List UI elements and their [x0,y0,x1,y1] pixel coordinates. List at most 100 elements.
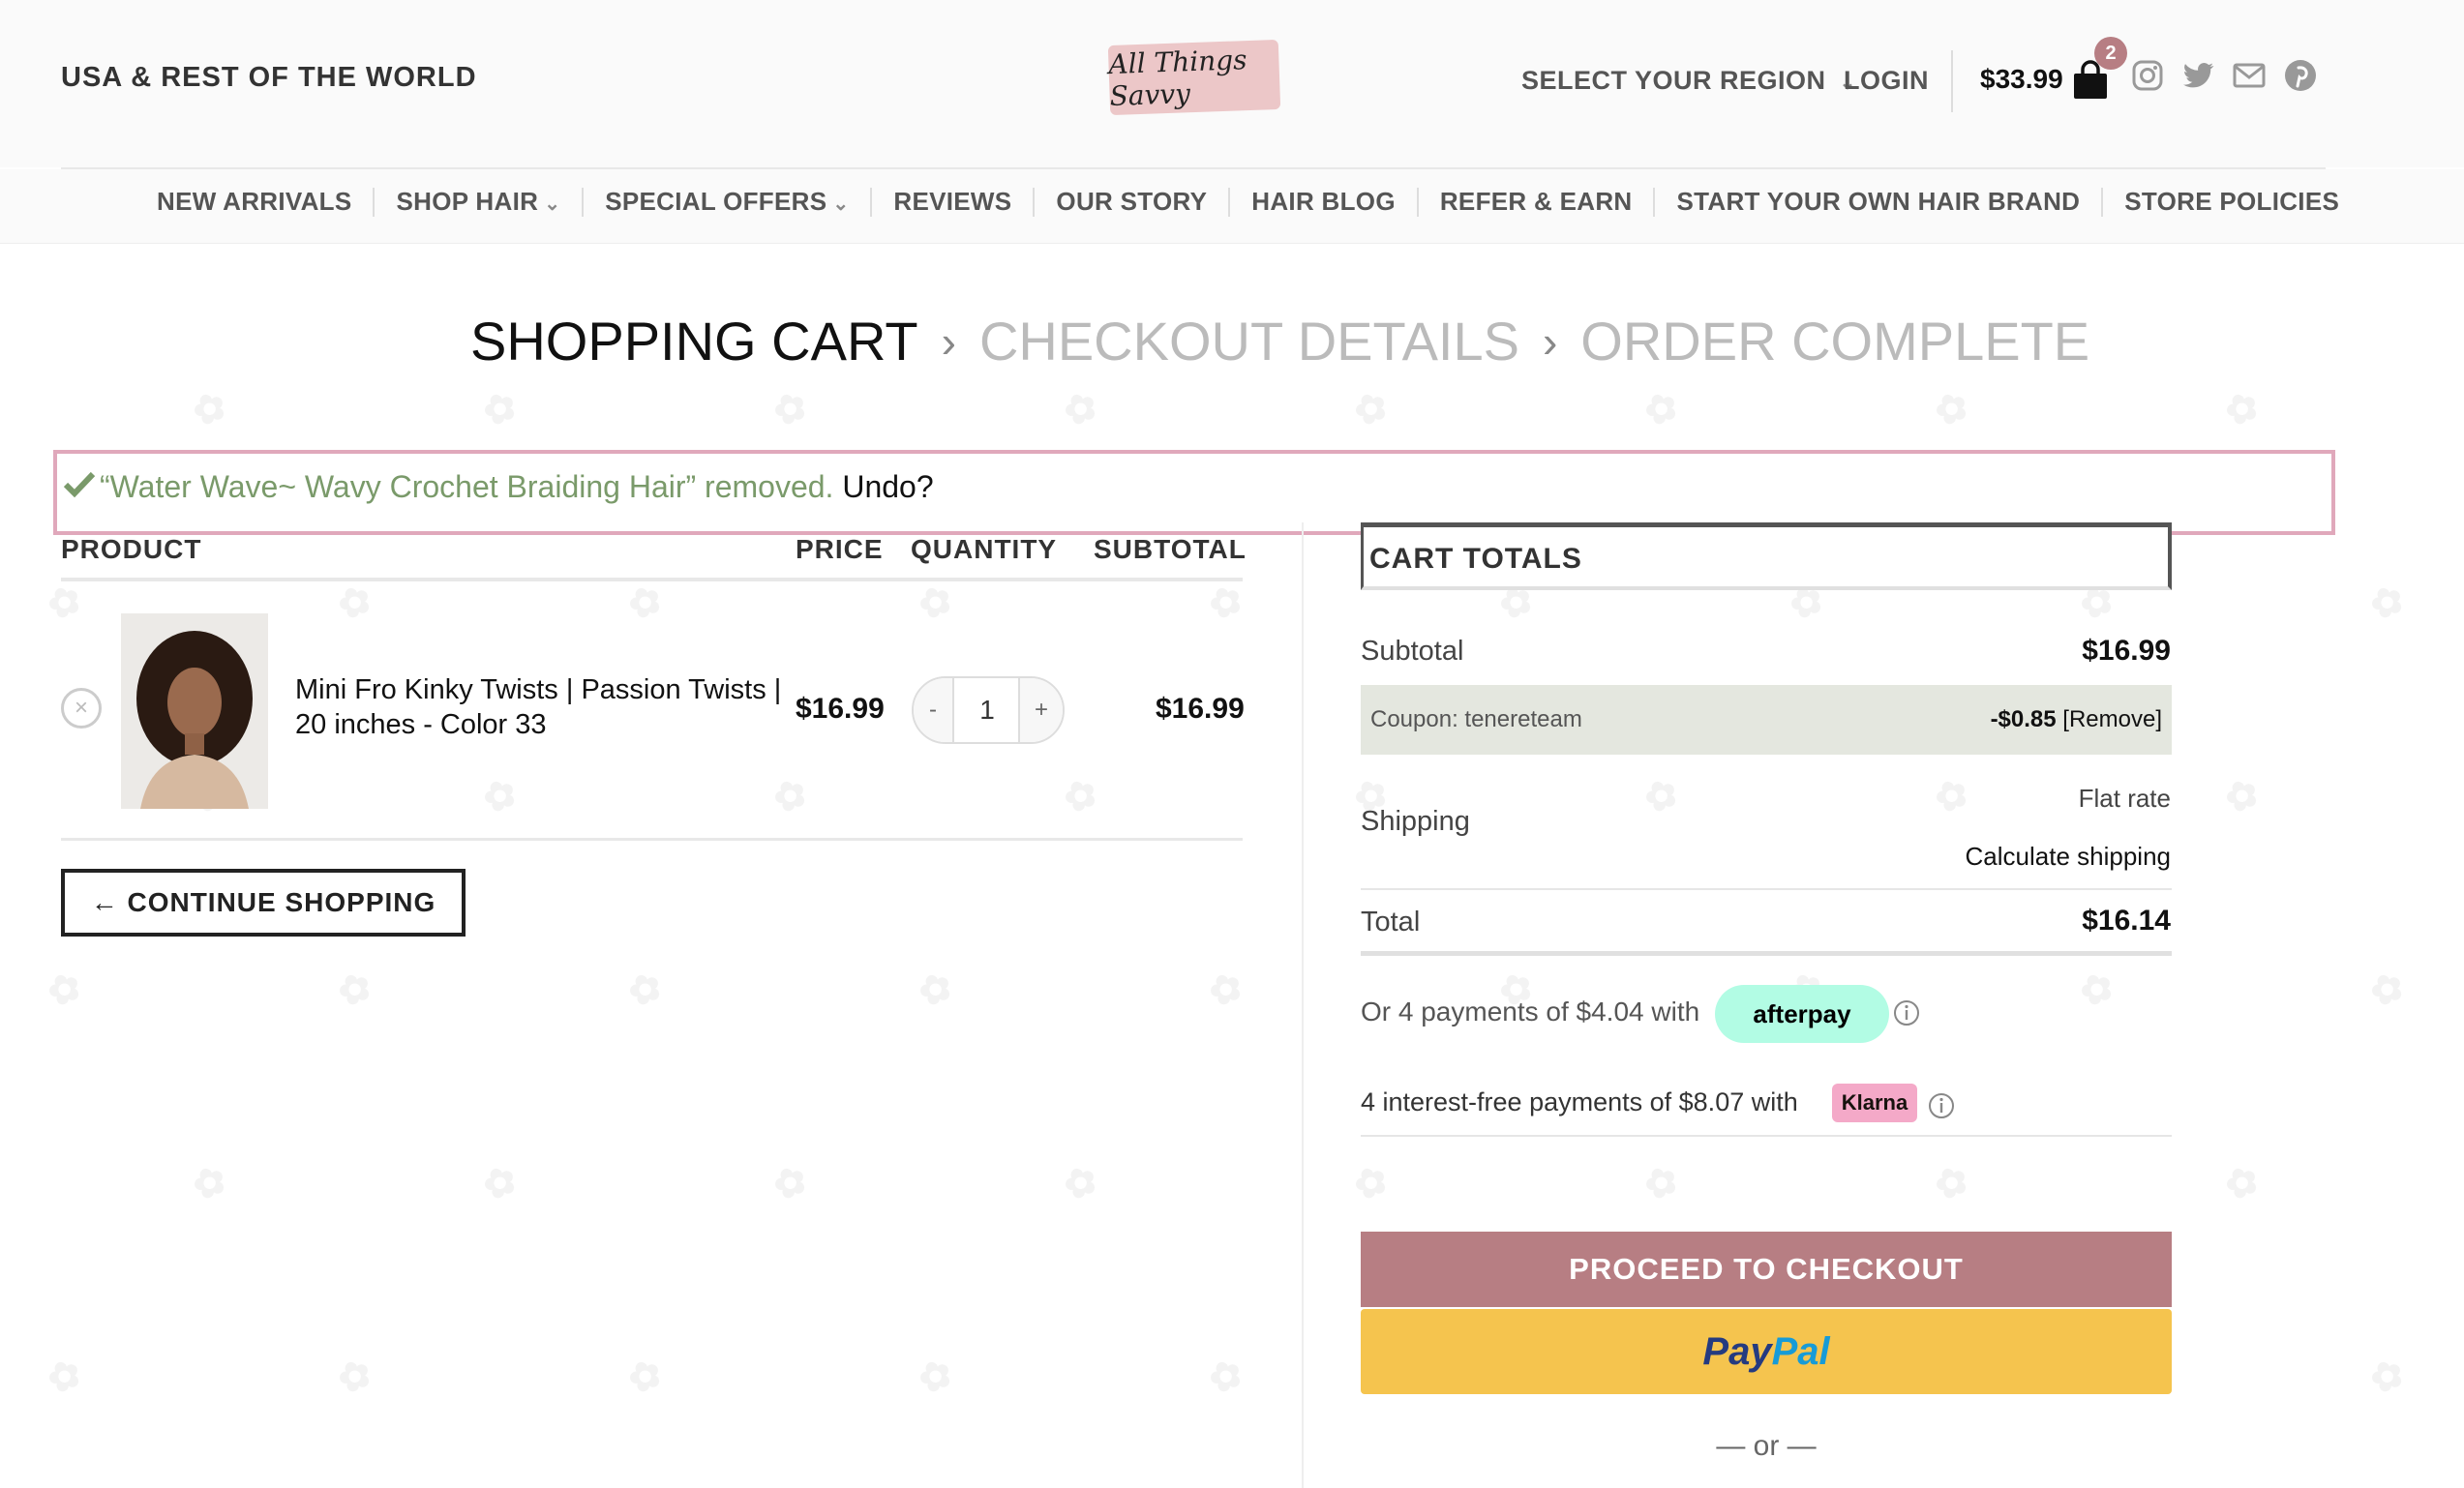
watermark-mark: ✿ [2363,963,2412,1017]
quantity-decrease-button[interactable]: - [914,678,954,742]
watermark-mark: ✿ [1638,382,1686,436]
checkmark-icon [63,471,96,498]
watermark-mark: ✿ [2363,576,2412,630]
nav-item-special-offers[interactable]: SPECIAL OFFERS ⌄ [584,187,870,217]
calculate-shipping-link[interactable]: Calculate shipping [1966,842,2171,872]
subtotal-label: Subtotal [1361,636,1464,667]
table-header-divider [61,578,1243,581]
watermark-mark: ✿ [331,1350,379,1404]
product-subtotal: $16.99 [1156,693,1245,725]
watermark-mark: ✿ [41,963,89,1017]
paypal-button[interactable]: Pay Pal [1361,1309,2172,1394]
nav-item-label: SHOP HAIR [396,187,539,216]
afterpay-badge[interactable]: afterpay [1715,985,1889,1043]
afterpay-logo: afterpay [1753,998,1851,1028]
shipping-label: Shipping [1361,806,1470,837]
nav-item-reviews[interactable]: REVIEWS [872,187,1033,217]
watermark-mark: ✿ [1202,963,1250,1017]
login-link[interactable]: LOGIN [1844,66,1929,96]
instagram-icon[interactable] [2130,58,2165,93]
totals-divider [1361,888,2172,890]
quantity-input[interactable]: 1 [954,678,1020,742]
column-header-quantity: QUANTITY [911,534,1058,564]
column-header-price: PRICE [796,534,884,564]
quantity-stepper: - 1 + [912,676,1065,744]
nav-item-hair-blog[interactable]: HAIR BLOG [1230,187,1417,217]
klarna-badge[interactable]: Klarna [1832,1084,1917,1122]
step-shopping-cart[interactable]: SHOPPING CART [470,310,918,372]
watermark-mark: ✿ [2073,963,2121,1017]
total-value: $16.14 [2082,905,2171,937]
shipping-method: Flat rate [2078,784,2171,813]
cart-total-link[interactable]: $33.99 [1980,64,2063,95]
cart-totals-title: CART TOTALS [1369,543,1582,575]
column-header-product: PRODUCT [61,534,202,564]
select-region-dropdown[interactable]: SELECT YOUR REGION ⌄ [1521,66,1856,96]
watermark-mark: ✿ [41,1350,89,1404]
remove-item-button[interactable]: × [61,688,102,729]
watermark-mark: ✿ [766,1156,815,1210]
continue-shopping-button[interactable]: ← CONTINUE SHOPPING [61,869,466,937]
region-title: USA & REST OF THE WORLD [61,62,477,93]
nav-item-new-arrivals[interactable]: NEW ARRIVALS [135,187,373,217]
afterpay-message: Or 4 payments of $4.04 with [1361,997,1700,1027]
close-icon: × [74,695,88,721]
chevron-right-icon: › [1542,315,1558,367]
watermark-mark: ✿ [766,382,815,436]
nav-item-our-story[interactable]: OUR STORY [1035,187,1228,217]
checkout-steps: SHOPPING CART › CHECKOUT DETAILS › ORDER… [470,310,2089,372]
watermark-mark: ✿ [476,382,525,436]
total-label: Total [1361,907,1421,937]
chevron-down-icon: ⌄ [832,193,850,215]
watermark-mark: ✿ [766,769,815,823]
undo-link[interactable]: Undo? [842,469,933,504]
watermark-mark: ✿ [1057,382,1105,436]
watermark-mark: ✿ [912,963,960,1017]
product-thumbnail[interactable] [121,613,268,809]
column-header-subtotal: SUBTOTAL [1094,534,1247,564]
nav-item-start-brand[interactable]: START YOUR OWN HAIR BRAND [1655,187,2101,217]
watermark-mark: ✿ [1928,769,1976,823]
coupon-row: Coupon: tenereteam -$0.85 [Remove] [1361,685,2172,755]
paypal-logo-pal: Pal [1771,1329,1830,1373]
twitter-icon[interactable] [2181,58,2216,93]
watermark-mark: ✿ [1202,576,1250,630]
watermark-mark: ✿ [1347,1156,1396,1210]
step-order-complete: ORDER COMPLETE [1580,311,2090,372]
step-checkout-details[interactable]: CHECKOUT DETAILS [979,310,1519,372]
quantity-increase-button[interactable]: + [1018,678,1063,742]
email-icon[interactable] [2232,58,2267,93]
product-name-link[interactable]: Mini Fro Kinky Twists | Passion Twists |… [295,672,789,742]
coupon-amount: -$0.85 [1990,706,2057,732]
watermark-mark: ✿ [186,1156,234,1210]
watermark-mark: ✿ [331,963,379,1017]
watermark-mark: ✿ [912,1350,960,1404]
pinterest-icon[interactable] [2283,58,2318,93]
coupon-label: Coupon: tenereteam [1370,706,1582,732]
site-logo[interactable]: All Things Savvy [1107,39,1281,116]
info-icon[interactable] [1927,1091,1956,1120]
klarna-message: 4 interest-free payments of $8.07 with [1361,1087,1798,1116]
coupon-value: -$0.85 [Remove] [1991,706,2162,733]
select-region-label: SELECT YOUR REGION [1521,66,1826,95]
nav-item-label: SPECIAL OFFERS [605,187,827,216]
cart-count-badge: 2 [2094,37,2127,70]
notice-message: “Water Wave~ Wavy Crochet Braiding Hair”… [100,469,834,504]
watermark-mark: ✿ [1057,1156,1105,1210]
cart-totals-header: CART TOTALS [1361,522,2172,590]
watermark-mark: ✿ [1057,769,1105,823]
chevron-right-icon: › [941,315,956,367]
remove-coupon-link[interactable]: [Remove] [2062,706,2162,732]
subtotal-value: $16.99 [2082,635,2171,667]
nav-item-shop-hair[interactable]: SHOP HAIR ⌄ [375,187,582,217]
watermark-mark: ✿ [1347,382,1396,436]
nav-item-refer-earn[interactable]: REFER & EARN [1419,187,1654,217]
watermark-mark: ✿ [621,576,670,630]
watermark-mark: ✿ [2363,1350,2412,1404]
info-icon[interactable] [1892,998,1921,1027]
nav-item-store-policies[interactable]: STORE POLICIES [2103,187,2360,217]
logo-text: All Things Savvy [1107,44,1247,113]
watermark-mark: ✿ [1928,382,1976,436]
watermark-mark: ✿ [2218,1156,2267,1210]
proceed-to-checkout-button[interactable]: PROCEED TO CHECKOUT [1361,1232,2172,1307]
